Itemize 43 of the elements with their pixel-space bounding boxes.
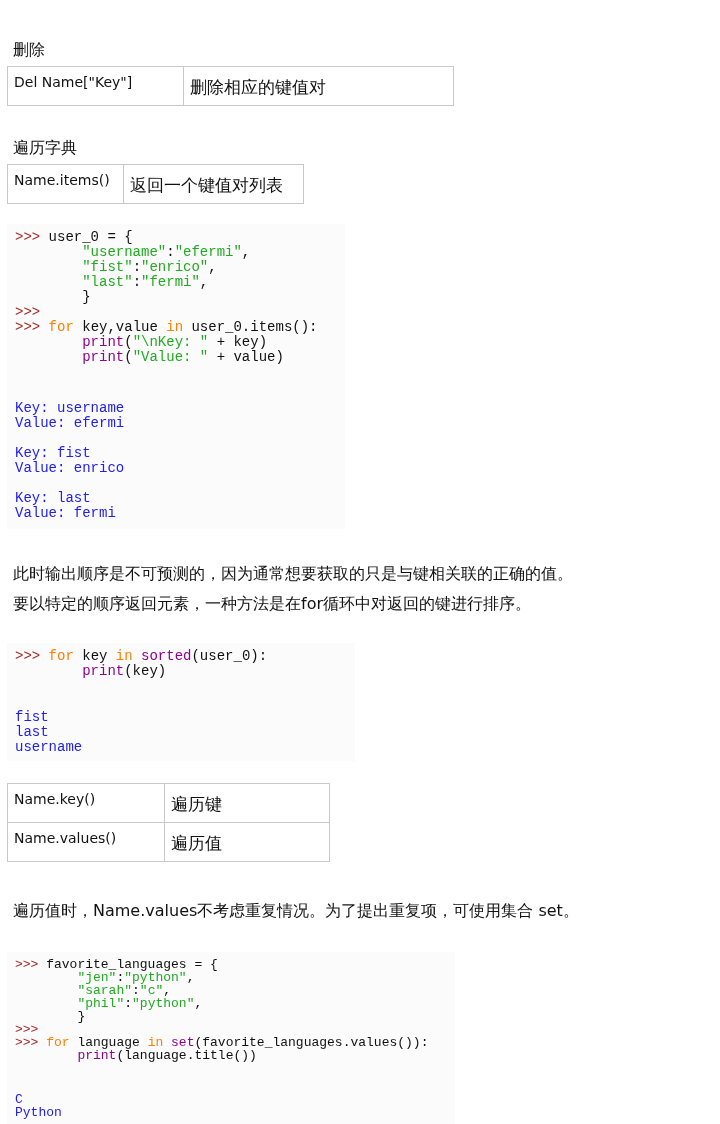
code-line: >>> for key in sorted(user_0): (15, 649, 268, 664)
code-line: >>> for key,value in user_0.items(): (15, 320, 318, 335)
code-line: print(language.title()) (76, 1049, 257, 1062)
code-line: "phil":"python", (76, 997, 203, 1010)
table-cell: 遍历键 (164, 783, 330, 823)
code-line: } (81, 290, 91, 305)
code-line: >>> user_0 = { (15, 230, 133, 245)
code-line: "username":"efermi", (81, 245, 251, 260)
code-line: "last":"fermi", (81, 275, 209, 290)
output-line: Key: fist (15, 446, 91, 461)
table-cell: Del Name["Key"] (7, 66, 184, 106)
code-line: >>> (15, 305, 42, 320)
output-line: username (15, 740, 83, 755)
paragraph: 遍历值时，Name.values不考虑重复情况。为了提出重复项，可使用集合 set。 (13, 900, 579, 922)
output-line: fist (15, 710, 49, 725)
section-heading: 遍历字典 (13, 137, 77, 159)
section-heading: 删除 (13, 39, 45, 61)
table-cell: 删除相应的键值对 (183, 66, 454, 106)
code-line: "sarah":"c", (76, 984, 172, 997)
code-line: >>> favorite_languages = { (15, 958, 218, 971)
output-line: C (15, 1093, 23, 1106)
code-line: "jen":"python", (77, 971, 195, 984)
code-line: print("\nKey: " + key) (81, 335, 268, 350)
output-line: Python (15, 1106, 62, 1119)
output-line: Value: fermi (15, 506, 116, 521)
output-line: Key: last (15, 491, 91, 506)
code-line: } (76, 1010, 86, 1023)
paragraph: 要以特定的顺序返回元素，一种方法是在for循环中对返回的键进行排序。 (13, 593, 531, 615)
code-line: >>> for language in set(favorite_languages.values()): (15, 1036, 429, 1049)
output-line: Value: enrico (15, 461, 125, 476)
code-line: "fist":"enrico", (81, 260, 217, 275)
output-line: Key: username (15, 401, 125, 416)
code-line: print(key) (81, 664, 167, 679)
code-line: >>> (15, 1023, 40, 1036)
table-cell: Name.key() (7, 783, 165, 823)
output-line: Value: efermi (15, 416, 125, 431)
code-line: print("Value: " + value) (81, 350, 284, 365)
output-line: last (15, 725, 49, 740)
table-cell: 遍历值 (164, 822, 330, 862)
paragraph: 此时输出顺序是不可预测的，因为通常想要获取的只是与键相关联的正确的值。 (13, 563, 573, 585)
table-cell: Name.values() (7, 822, 165, 862)
table-cell: Name.items() (7, 164, 124, 204)
table-cell: 返回一个键值对列表 (123, 164, 304, 204)
